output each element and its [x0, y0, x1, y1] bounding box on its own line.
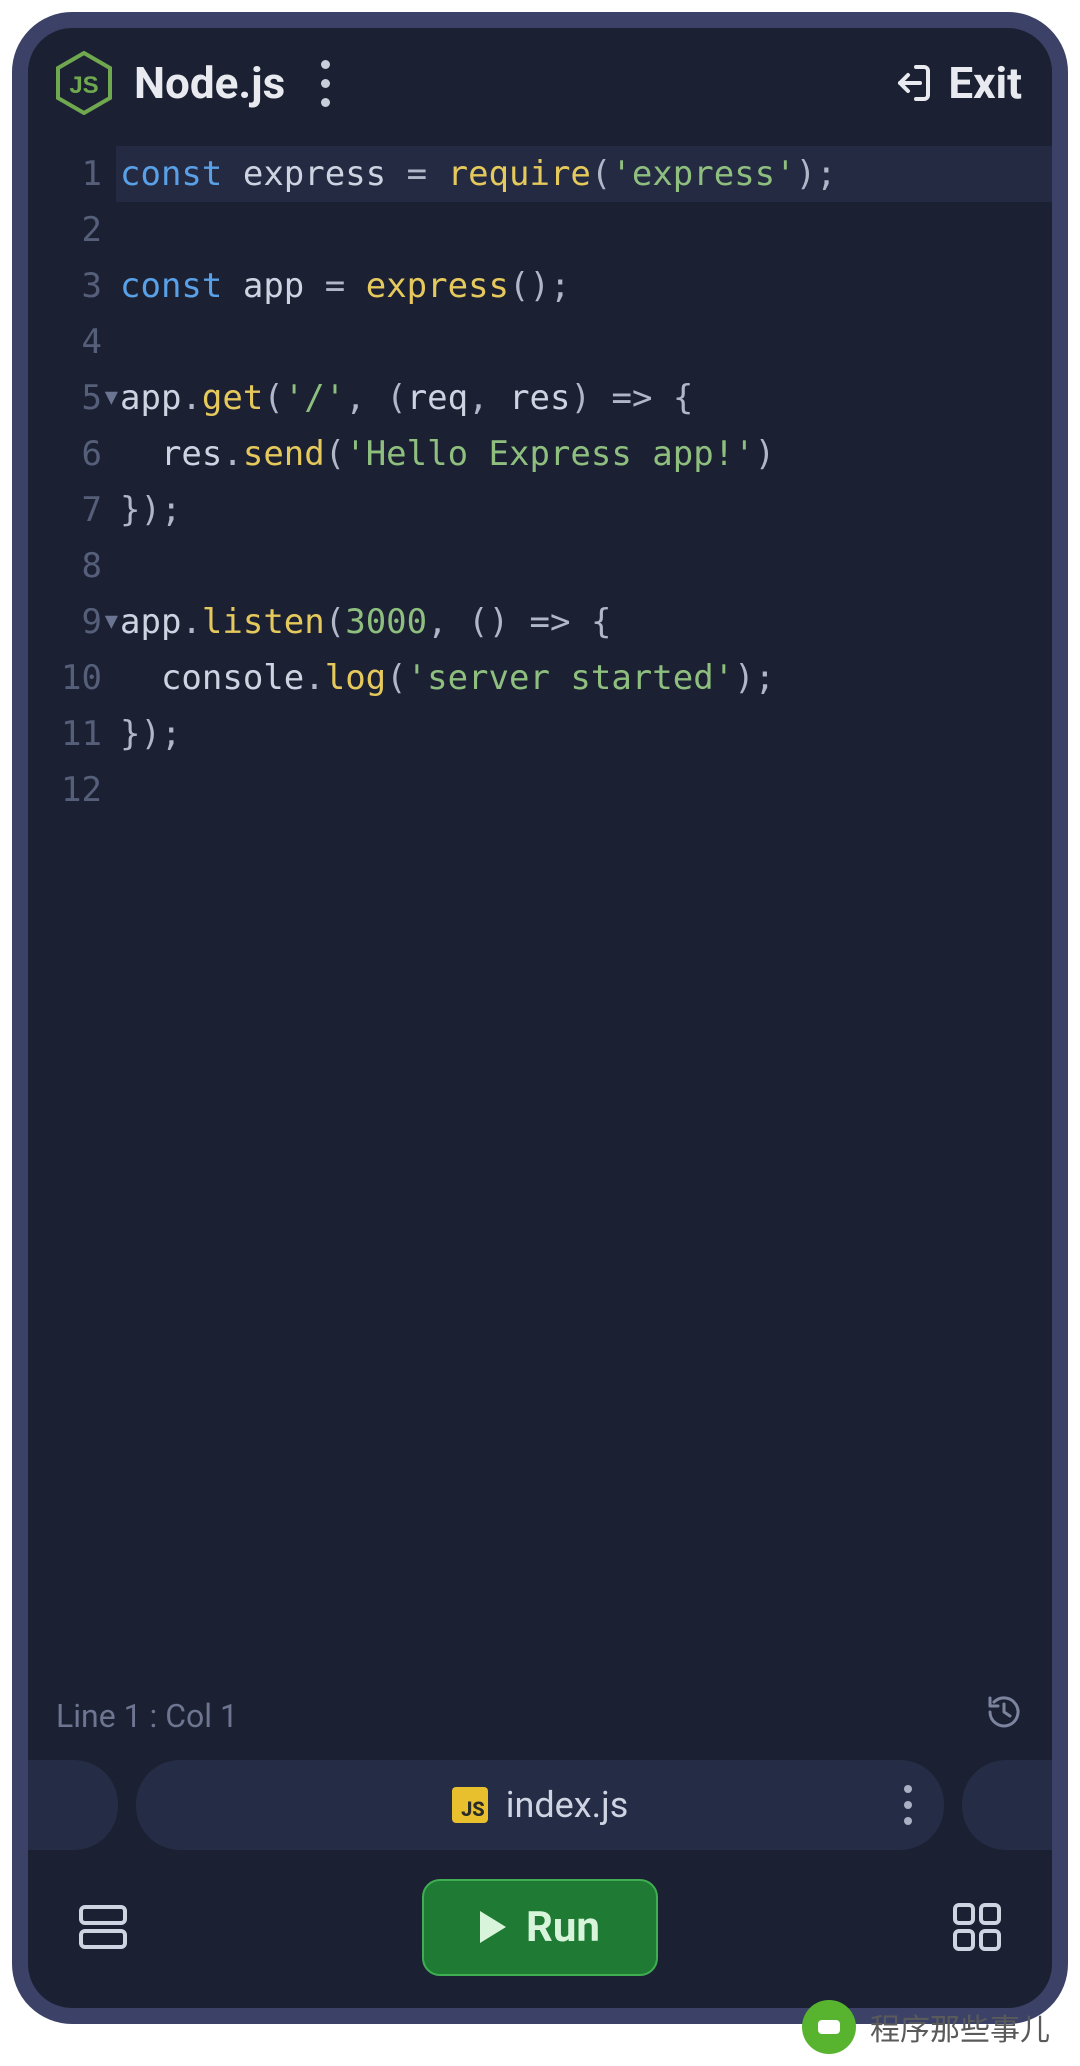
- layout-toggle-button[interactable]: [68, 1892, 138, 1962]
- line-number: 9▼: [28, 594, 120, 650]
- code-line[interactable]: });: [120, 482, 1052, 538]
- code-area[interactable]: const express = require('express');const…: [120, 138, 1052, 1682]
- line-number: 12: [28, 762, 120, 818]
- line-number: 5▼: [28, 370, 120, 426]
- code-line[interactable]: console.log('server started');: [120, 650, 1052, 706]
- code-line[interactable]: app.get('/', (req, res) => {: [120, 370, 1052, 426]
- line-number: 6: [28, 426, 120, 482]
- nodejs-logo-icon: JS: [52, 51, 116, 115]
- line-number: 2: [28, 202, 120, 258]
- bottom-bar: Run: [28, 1860, 1052, 2008]
- line-number: 3: [28, 258, 120, 314]
- code-line[interactable]: const express = require('express');: [116, 146, 1052, 202]
- run-button[interactable]: Run: [422, 1879, 658, 1976]
- exit-button[interactable]: Exit: [888, 57, 1022, 109]
- exit-label: Exit: [948, 57, 1022, 109]
- tab-prev[interactable]: [28, 1760, 118, 1850]
- exit-icon: [888, 61, 932, 105]
- code-line[interactable]: [120, 538, 1052, 594]
- apps-grid-button[interactable]: [942, 1892, 1012, 1962]
- line-number: 4: [28, 314, 120, 370]
- code-line[interactable]: res.send('Hello Express app!'): [120, 426, 1052, 482]
- file-tab-active[interactable]: JS index.js: [136, 1760, 944, 1850]
- wechat-icon: [802, 2000, 856, 2054]
- svg-text:JS: JS: [69, 72, 98, 99]
- code-editor[interactable]: 12345▼6789▼101112 const express = requir…: [28, 138, 1052, 1682]
- cursor-position: Line 1 : Col 1: [56, 1697, 238, 1735]
- tab-row: JS index.js: [28, 1750, 1052, 1860]
- code-line[interactable]: [120, 202, 1052, 258]
- line-number: 10: [28, 650, 120, 706]
- top-bar: JS Node.js Exit: [28, 28, 1052, 138]
- device-frame: JS Node.js Exit 12345▼6789▼101112 const …: [12, 12, 1068, 2024]
- line-number: 8: [28, 538, 120, 594]
- code-line[interactable]: });: [120, 706, 1052, 762]
- fold-toggle-icon[interactable]: ▼: [105, 594, 118, 650]
- play-icon: [480, 1911, 506, 1943]
- file-tab-label: index.js: [506, 1784, 629, 1826]
- app-title: Node.js: [134, 57, 285, 109]
- line-gutter: 12345▼6789▼101112: [28, 138, 120, 1682]
- watermark-text: 程序那些事儿: [870, 2005, 1050, 2049]
- line-number: 11: [28, 706, 120, 762]
- code-line[interactable]: app.listen(3000, () => {: [120, 594, 1052, 650]
- history-button[interactable]: [984, 1692, 1024, 1740]
- js-file-icon: JS: [452, 1787, 488, 1823]
- line-number: 1: [28, 146, 120, 202]
- fold-toggle-icon[interactable]: ▼: [105, 370, 118, 426]
- line-number: 7: [28, 482, 120, 538]
- more-menu-button[interactable]: [303, 53, 347, 113]
- code-line[interactable]: [120, 314, 1052, 370]
- code-line[interactable]: [120, 762, 1052, 818]
- watermark: 程序那些事儿: [802, 2000, 1050, 2054]
- run-label: Run: [526, 1903, 600, 1952]
- tab-menu-button[interactable]: [904, 1785, 912, 1825]
- code-line[interactable]: const app = express();: [120, 258, 1052, 314]
- tab-next[interactable]: [962, 1760, 1052, 1850]
- status-bar: Line 1 : Col 1: [28, 1682, 1052, 1750]
